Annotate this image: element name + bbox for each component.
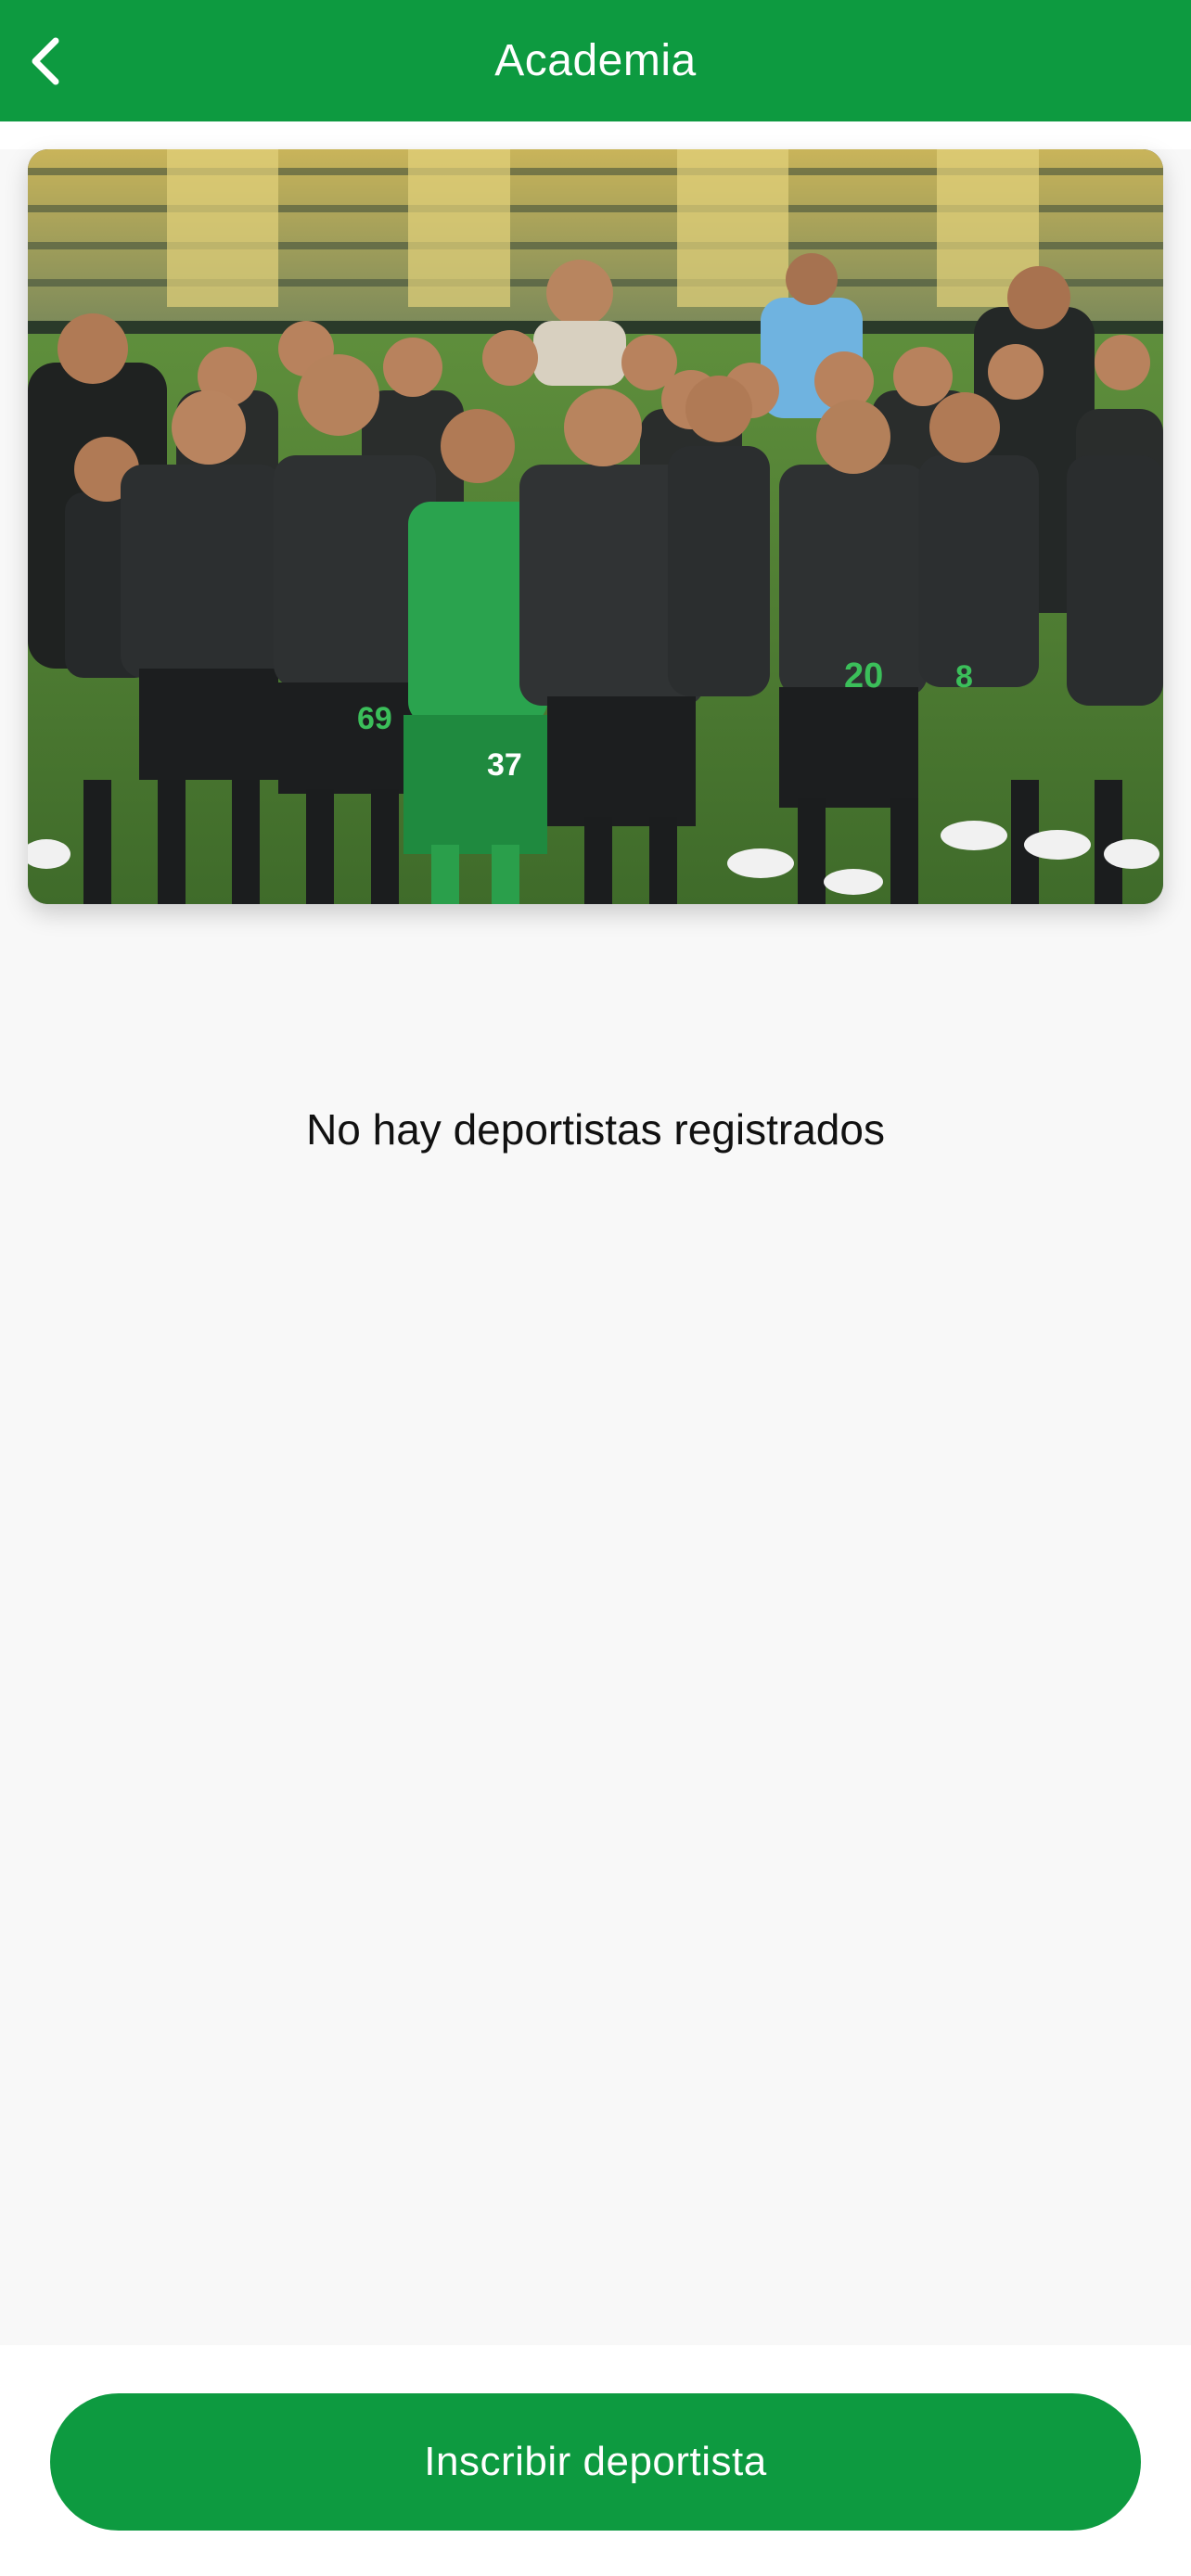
jersey-number: 20	[844, 657, 883, 695]
chevron-left-icon	[32, 37, 59, 85]
bottom-action-bar: Inscribir deportista	[0, 2345, 1191, 2576]
page-title: Academia	[494, 36, 697, 85]
jersey-number: 8	[955, 659, 973, 695]
enroll-athlete-button[interactable]: Inscribir deportista	[50, 2393, 1141, 2531]
jersey-number: 37	[487, 747, 522, 783]
back-button[interactable]	[7, 24, 82, 98]
academy-banner-image: 69 37 20 8	[28, 149, 1163, 904]
team-photo: 69 37 20 8	[28, 149, 1163, 904]
content-area: 69 37 20 8 No hay deportistas registrado…	[0, 149, 1191, 2345]
empty-state-message: No hay deportistas registrados	[306, 1105, 885, 1154]
app-bar: Academia	[0, 0, 1191, 121]
jersey-number: 69	[357, 701, 392, 736]
